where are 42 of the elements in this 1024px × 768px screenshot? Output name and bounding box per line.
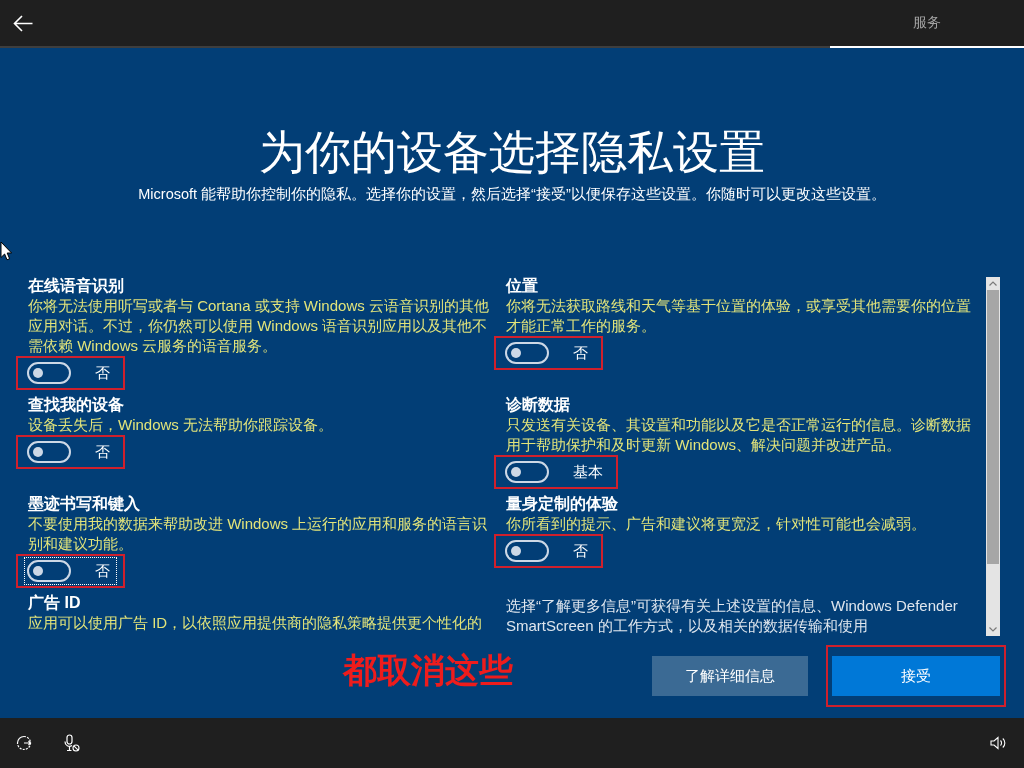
setting-heading: 量身定制的体验 [506, 494, 619, 514]
tab[interactable]: 服务 [830, 0, 1024, 48]
setting-heading: 诊断数据 [506, 395, 571, 415]
setting-heading: 查找我的设备 [28, 395, 125, 415]
toggle-switch[interactable] [505, 461, 549, 483]
scrollbar-thumb[interactable] [987, 290, 999, 564]
toggle-switch[interactable] [27, 362, 71, 384]
setting-description: 不要使用我的数据来帮助改进 Windows 上运行的应用和服务的语言识别和建议功能。 [28, 514, 489, 554]
toggle-state-label: 否 [95, 561, 110, 581]
toggle-state-label: 否 [95, 442, 110, 462]
setting-description: 只发送有关设备、其设置和功能以及它是否正常运行的信息。诊断数据用于帮助保护和及时更新 Windows、解决问题并改进产品。 [506, 415, 972, 455]
secondary-button[interactable]: 了解详细信息 [652, 656, 808, 696]
setting-description: 你将无法使用听写或者与 Cortana 或支持 Windows 云语音识别的其他应用对话。不过，你仍然可以使用 Windows 语音识别应用以及其他不需依赖 Windows 云服务的语音服务。 [28, 296, 490, 356]
setting-heading: 位置 [506, 276, 539, 296]
primary-button[interactable]: 接受 [832, 656, 1000, 696]
toggle-state-label: 否 [95, 363, 110, 383]
toggle-switch[interactable] [505, 342, 549, 364]
setting-description: 设备丢失后，Windows 无法帮助你跟踪设备。 [28, 415, 335, 435]
setting-description: 你所看到的提示、广告和建议将更宽泛，针对性可能也会减弱。 [506, 514, 927, 534]
toggle-state-label: 基本 [573, 462, 603, 482]
scrollbar[interactable] [986, 277, 1000, 636]
setting-description: 你将无法获取路线和天气等基于位置的体验，或享受其他需要你的位置才能正常工作的服务。 [506, 296, 972, 336]
setting-heading: 在线语音识别 [28, 276, 125, 296]
page-title: 为你的设备选择隐私设置 [258, 125, 766, 180]
setting-heading: 墨迹书写和键入 [28, 494, 141, 514]
info-text: 选择“了解更多信息”可获得有关上述设置的信息、Windows Defender SmartScreen 的工作方式，以及相关的数据传输和使用 [506, 596, 959, 636]
setting-description: 应用可以使用广告 ID，以依照应用提供商的隐私策略提供更个性化的 [28, 613, 484, 633]
toggle-switch[interactable] [505, 540, 549, 562]
chevron-down-icon[interactable] [989, 627, 997, 632]
toggle-switch[interactable] [27, 441, 71, 463]
circle-arrow-icon[interactable] [16, 735, 32, 751]
toggle-switch[interactable] [27, 560, 71, 582]
page-subtitle: Microsoft 能帮助你控制你的隐私。选择你的设置，然后选择“接受”以便保存这些设置。你随时可以更改这些设置。 [137, 185, 887, 204]
speaker-icon[interactable] [990, 736, 1006, 750]
microphone-muted-icon[interactable] [64, 734, 80, 752]
chevron-up-icon[interactable] [989, 281, 997, 286]
back-arrow-icon[interactable] [13, 14, 33, 32]
annotation-note: 都取消这些 [343, 650, 513, 690]
mouse-pointer-icon [0, 241, 12, 261]
setting-heading: 广告 ID [28, 593, 82, 613]
toggle-state-label: 否 [573, 343, 588, 363]
toggle-state-label: 否 [573, 541, 588, 561]
